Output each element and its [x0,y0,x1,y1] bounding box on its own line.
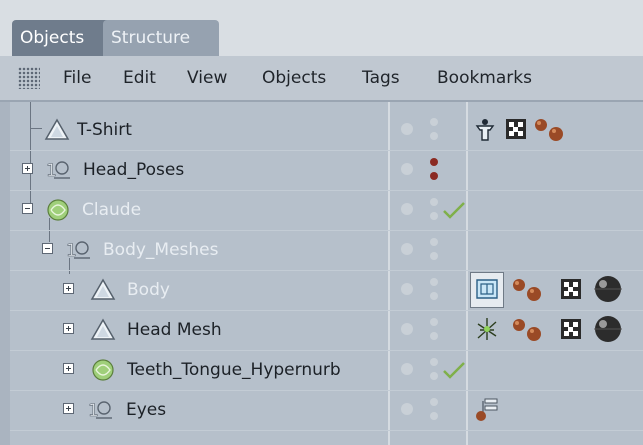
object-row-body[interactable]: Body [0,270,643,310]
tab-bar: Objects Structure [0,0,643,56]
editor-visibility-dot[interactable] [401,363,413,375]
expand-icon[interactable] [63,403,74,414]
enabled-check-icon[interactable] [442,201,466,219]
material-tag-icon[interactable] [532,116,566,142]
object-name[interactable]: T-Shirt [77,110,132,150]
restriction-tag-icon[interactable] [474,276,500,302]
object-name[interactable]: Head_Poses [83,150,184,190]
collapse-icon[interactable] [42,243,53,254]
sphere-material-icon[interactable] [590,274,626,304]
tab-structure[interactable]: Structure [103,20,219,56]
menu-view[interactable]: View [187,56,227,100]
weight-tag-icon[interactable] [474,316,500,342]
menu-edit[interactable]: Edit [123,56,156,100]
menu-objects[interactable]: Objects [262,56,326,100]
render-flag-dot[interactable] [430,132,438,140]
editor-flag-dot[interactable] [430,398,438,406]
enabled-check-icon[interactable] [442,361,466,379]
material-tag-icon[interactable] [510,276,544,302]
object-name[interactable]: Teeth_Tongue_Hypernurb [127,350,341,390]
render-flag-dot[interactable] [430,372,438,380]
editor-visibility-dot[interactable] [401,403,413,415]
expand-icon[interactable] [63,283,74,294]
object-row-body-meshes[interactable]: 1 Body_Meshes [0,230,643,270]
editor-flag-dot[interactable] [430,278,438,286]
editor-visibility-dot[interactable] [401,163,413,175]
texture-tag-icon[interactable] [558,316,584,342]
object-name[interactable]: Body [127,270,170,310]
render-flag-dot[interactable] [430,292,438,300]
editor-visibility-dot[interactable] [401,203,413,215]
object-manager-window: Objects Structure File Edit View Objects… [0,0,643,445]
editor-flag-dot[interactable] [430,358,438,366]
character-tag-icon[interactable] [472,116,498,142]
null-object-icon: 1 [66,241,90,261]
expand-icon[interactable] [63,323,74,334]
editor-visibility-dot[interactable] [401,123,413,135]
menu-bookmarks[interactable]: Bookmarks [437,56,532,100]
object-row-head-mesh[interactable]: Head Mesh [0,310,643,350]
hypernurbs-object-icon [47,199,69,221]
render-flag-dot[interactable] [430,252,438,260]
render-flag-dot[interactable] [430,332,438,340]
collapse-icon[interactable] [22,203,33,214]
expand-icon[interactable] [63,363,74,374]
material-tag-icon[interactable] [510,316,544,342]
render-flag-dot[interactable] [430,412,438,420]
object-row-teeth-tongue[interactable]: Teeth_Tongue_Hypernurb [0,350,643,390]
editor-visibility-dot[interactable] [401,283,413,295]
expand-icon[interactable] [22,163,33,174]
menu-tags[interactable]: Tags [362,56,400,100]
editor-flag-dot[interactable] [430,318,438,326]
sphere-material-icon[interactable] [590,314,626,344]
texture-tag-icon[interactable] [558,276,584,302]
editor-flag-dot[interactable] [430,238,438,246]
editor-flag-dot[interactable] [430,118,438,126]
object-name[interactable]: Head Mesh [127,310,222,350]
target-tag-icon[interactable] [474,396,500,422]
tab-objects[interactable]: Objects [12,20,112,56]
object-name[interactable]: Body_Meshes [103,230,219,270]
polygon-object-icon [90,318,116,340]
editor-flag-dot[interactable] [430,158,438,166]
object-row-head-poses[interactable]: 1 Head_Poses [0,150,643,190]
row-separator [10,430,643,431]
polygon-object-icon [44,118,70,140]
editor-flag-dot[interactable] [430,198,438,206]
object-row-eyes[interactable]: 1 Eyes [0,390,643,430]
object-list-panel: T-Shirt 1 Head_Poses Claude 1 Body_Meshe… [0,102,643,445]
object-row-claude[interactable]: Claude [0,190,643,230]
null-object-icon: 1 [88,401,112,421]
object-name[interactable]: Claude [82,190,141,230]
object-name[interactable]: Eyes [126,390,166,430]
editor-visibility-dot[interactable] [401,243,413,255]
menu-bar: File Edit View Objects Tags Bookmarks [0,56,643,102]
grip-handle-icon[interactable] [18,67,40,89]
render-flag-dot[interactable] [430,172,438,180]
hypernurbs-object-icon [92,359,114,381]
editor-visibility-dot[interactable] [401,323,413,335]
null-object-icon: 1 [46,161,70,181]
object-row-tshirt[interactable]: T-Shirt [0,110,643,150]
menu-file[interactable]: File [63,56,91,100]
render-flag-dot[interactable] [430,212,438,220]
polygon-object-icon [90,278,116,300]
texture-tag-icon[interactable] [503,116,529,142]
